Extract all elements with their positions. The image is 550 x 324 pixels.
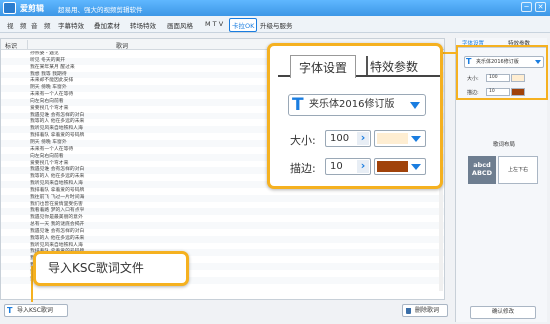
stroke-color-swatch [377,161,408,172]
menu-karaoke[interactable]: 卡拉OK [229,18,258,32]
chevron-down-icon [410,102,420,109]
close-icon[interactable]: ✕ [535,2,546,12]
menu-transition[interactable]: 转场特效 [130,19,156,31]
menu-style[interactable]: 画面风格 [167,19,193,31]
trash-icon [406,308,411,314]
import-callout: 导入KSC歌词文件 [33,251,189,286]
import-ksc-button[interactable]: T 导入KSC歌词 [4,304,68,317]
callout-fill-color[interactable] [374,130,426,147]
menu-audio[interactable]: 音 频 [31,19,51,31]
callout-font-select[interactable]: T 夹乐体2016修订版 [288,94,426,116]
column-lyric-header[interactable]: 歌词 [116,41,128,50]
callout-tabs: 字体设置 特效参数 [278,54,440,78]
app-logo-icon [3,2,16,14]
connector-line [443,52,456,54]
lyrics-layout-title: 歌词布局 [492,142,515,148]
chevron-down-icon [411,136,421,142]
minimize-icon[interactable]: ─ [521,2,532,12]
column-divider [27,40,28,49]
import-ksc-label: 导入KSC歌词 [17,307,53,314]
menu-upgrade[interactable]: 升级与服务 [260,19,293,31]
menu-overlay[interactable]: 叠加素材 [94,19,120,31]
lyric-row[interactable]: 我等的人 他在多远的未来 [1,235,444,243]
font-t-icon: T [292,95,304,115]
increment-icon[interactable]: › [357,160,369,173]
lyric-row[interactable]: 我遇见谁 会有怎样的对白 [1,229,444,236]
callout-font-value: 夹乐体2016修订版 [309,99,395,110]
app-slogan: 超易用、强大的视频剪辑软件 [58,6,143,14]
menu-subtitle-effects[interactable]: 字幕特效 [58,19,84,31]
text-t-icon: T [7,306,13,315]
tab-separator [366,56,368,75]
callout-size-label: 大小: [290,134,316,147]
menu-video[interactable]: 视 频 [7,19,27,31]
callout-size-input[interactable]: 100 › [325,130,371,147]
column-tag-header[interactable]: 标识 [5,41,17,50]
callout-stroke-label: 描边: [290,162,316,175]
zoom-callout: 字体设置 特效参数 T 夹乐体2016修订版 大小: 100 › 描边: 10 … [267,43,443,189]
chevron-down-icon [411,164,421,170]
app-name: 爱剪辑 [20,4,44,13]
callout-size-value: 100 [330,133,350,144]
delete-lyrics-label: 删除歌词 [415,307,440,314]
callout-stroke-value: 10 [330,161,343,172]
menu-mtv[interactable]: M T V [205,19,223,29]
delete-lyrics-button[interactable]: 删除歌词 [402,304,448,317]
confirm-button[interactable]: 确认修改 [470,306,536,319]
increment-icon[interactable]: › [357,132,369,145]
title-bar: 爱剪辑 超易用、强大的视频剪辑软件 ─ ✕ [0,0,550,16]
fill-color-swatch [377,133,408,144]
lyric-row[interactable]: 我往前飞 飞过一片时间海 [1,194,444,202]
layout-preview[interactable]: abcd ABCD [468,156,496,184]
highlight-frame [456,45,548,100]
callout-tab-font[interactable]: 字体设置 [290,55,357,78]
lyric-row[interactable]: 总有一天 我的谜底会揭开 [1,222,444,229]
callout-stroke-color[interactable] [374,158,426,175]
main-menu: 视 频 音 频 字幕特效 叠加素材 转场特效 画面风格 M T V 卡拉OK 升… [0,16,550,33]
layout-option[interactable]: 上左下右 [498,156,538,184]
callout-tab-effect[interactable]: 特效参数 [370,58,418,75]
callout-stroke-input[interactable]: 10 › [325,158,371,175]
